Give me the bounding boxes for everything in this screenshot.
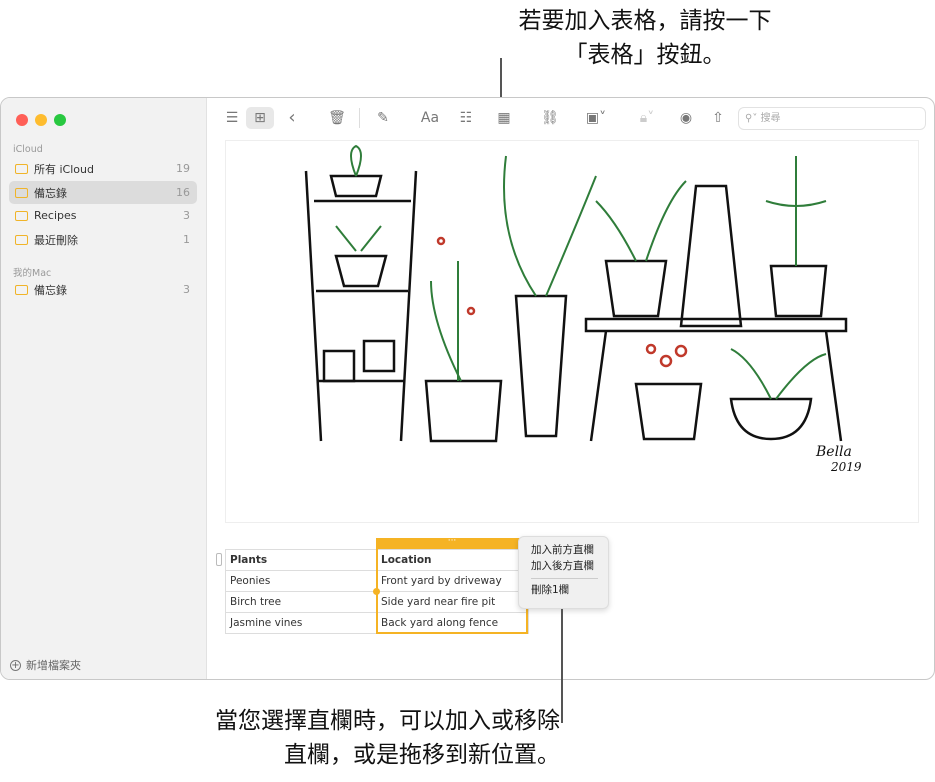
minimize-button[interactable] (35, 114, 47, 126)
section-icloud: iCloud (13, 144, 43, 155)
plant-drawing: Bella 2019 (225, 140, 919, 523)
sidebar-item-notes[interactable]: 備忘錄 16 (9, 181, 197, 204)
callout-table-button: 若要加入表格，請按一下 「表格」按鈕。 (518, 8, 772, 68)
share-icon[interactable]: ⇧ (707, 107, 729, 129)
folder-icon (15, 210, 28, 221)
column-resize-handle[interactable] (373, 588, 380, 595)
search-icon: ⚲˅ (745, 113, 761, 124)
new-folder-button[interactable]: + 新增檔案夾 (10, 657, 81, 673)
notes-window: iCloud 所有 iCloud 19 備忘錄 16 Recipes 3 最近刪除 1 … (0, 97, 935, 680)
menu-item-add-column-after[interactable]: 加入後方直欄 (531, 558, 608, 574)
row-handle[interactable] (216, 553, 222, 566)
collaborate-icon[interactable]: ◉ (675, 107, 697, 129)
media-icon[interactable]: ▣˅ (579, 107, 613, 129)
table-icon[interactable]: ▦ (493, 107, 515, 129)
sidebar: iCloud 所有 iCloud 19 備忘錄 16 Recipes 3 最近刪除 1 … (1, 98, 207, 679)
callout-column-selection: 當您選擇直欄時，可以加入或移除 直欄，或是拖移到新位置。 (215, 708, 560, 768)
folder-icon (15, 284, 28, 295)
column-context-menu: 加入前方直欄 加入後方直欄 刪除1欄 (518, 536, 609, 609)
table-row: Jasmine vines Back yard along fence (225, 612, 529, 634)
zoom-button[interactable] (54, 114, 66, 126)
svg-text:Bella: Bella (815, 444, 852, 460)
trash-icon[interactable]: 🗑 (326, 107, 348, 129)
window-controls (16, 114, 66, 126)
plus-icon: + (10, 659, 21, 671)
svg-text:2019: 2019 (830, 460, 862, 474)
sidebar-item-recipes[interactable]: Recipes 3 (9, 204, 197, 227)
sidebar-item-recently-deleted[interactable]: 最近刪除 1 (9, 228, 197, 251)
link-icon[interactable]: ⛓ (539, 107, 561, 129)
lock-icon[interactable]: 🔒︎˅ (632, 107, 662, 129)
search-input[interactable]: ⚲˅ 搜尋 (738, 107, 926, 130)
folder-icon (15, 234, 28, 245)
column-handle[interactable]: ··· (376, 537, 528, 549)
list-view-icon[interactable]: ☰ (221, 107, 243, 129)
format-button[interactable]: Aa (419, 107, 441, 129)
sidebar-item-mac-notes[interactable]: 備忘錄 3 (9, 278, 197, 301)
sidebar-item-all-icloud[interactable]: 所有 iCloud 19 (9, 157, 197, 180)
divider (359, 108, 360, 128)
compose-icon[interactable]: ✎ (372, 107, 394, 129)
close-button[interactable] (16, 114, 28, 126)
callout-line (561, 609, 563, 723)
back-icon[interactable]: ‹ (281, 107, 303, 129)
gallery-view-icon[interactable]: ⊞ (246, 107, 274, 129)
folder-icon (15, 163, 28, 174)
menu-item-delete-column[interactable]: 刪除1欄 (531, 582, 608, 598)
toolbar: ☰ ⊞ ‹ 🗑 ✎ Aa ☷ ▦ ⛓ ▣˅ 🔒︎˅ ◉ ⇧ ⚲˅ 搜尋 (207, 98, 934, 138)
note-table: Plants Location Peonies Front yard by driv… (216, 537, 529, 634)
checklist-icon[interactable]: ☷ (455, 107, 477, 129)
table-header-row: Plants Location (225, 549, 529, 571)
folder-icon (15, 187, 28, 198)
menu-divider (531, 578, 598, 579)
section-my-mac: 我的Mac (13, 268, 52, 279)
menu-item-add-column-before[interactable]: 加入前方直欄 (531, 542, 608, 558)
